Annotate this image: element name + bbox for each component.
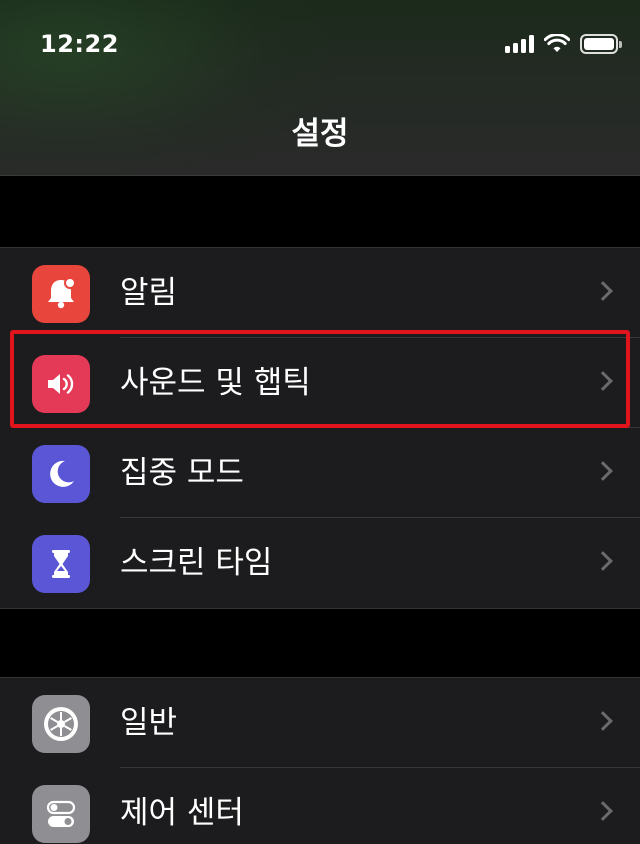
speaker-icon [32, 355, 90, 413]
settings-row-control-center[interactable]: 제어 센터 [0, 768, 640, 844]
wifi-icon [544, 34, 570, 52]
cellular-signal-icon [505, 35, 534, 53]
settings-row-label: 일반 [120, 705, 178, 741]
settings-group-notifications: 알림 사운드 및 햅틱 집중 모드 스크린 타임 [0, 247, 640, 609]
settings-row-screen-time[interactable]: 스크린 타임 [0, 518, 640, 608]
settings-row-label: 스크린 타임 [120, 545, 273, 581]
settings-row-label: 사운드 및 햅틱 [120, 365, 311, 401]
settings-group-general: 일반 제어 센터 [0, 677, 640, 844]
chevron-right-icon [593, 801, 613, 821]
toggles-icon [32, 785, 90, 843]
page-title: 설정 [291, 116, 349, 152]
settings-row-label: 알림 [120, 275, 178, 311]
chevron-right-icon [593, 371, 613, 391]
settings-row-notifications[interactable]: 알림 [0, 248, 640, 338]
bell-icon [32, 265, 90, 323]
gear-icon [32, 695, 90, 753]
chevron-right-icon [593, 461, 613, 481]
moon-icon [32, 445, 90, 503]
settings-row-sounds-haptics[interactable]: 사운드 및 햅틱 [0, 338, 640, 428]
battery-icon [580, 34, 622, 54]
chevron-right-icon [593, 281, 613, 301]
settings-row-label: 집중 모드 [120, 455, 244, 491]
status-time: 12:22 [40, 30, 119, 58]
chevron-right-icon [593, 551, 613, 571]
chevron-right-icon [593, 711, 613, 731]
status-icons [505, 34, 622, 54]
settings-row-general[interactable]: 일반 [0, 678, 640, 768]
settings-row-label: 제어 센터 [120, 795, 244, 831]
settings-row-focus[interactable]: 집중 모드 [0, 428, 640, 518]
navigation-header: 12:22 설정 [0, 0, 640, 176]
hourglass-icon [32, 535, 90, 593]
